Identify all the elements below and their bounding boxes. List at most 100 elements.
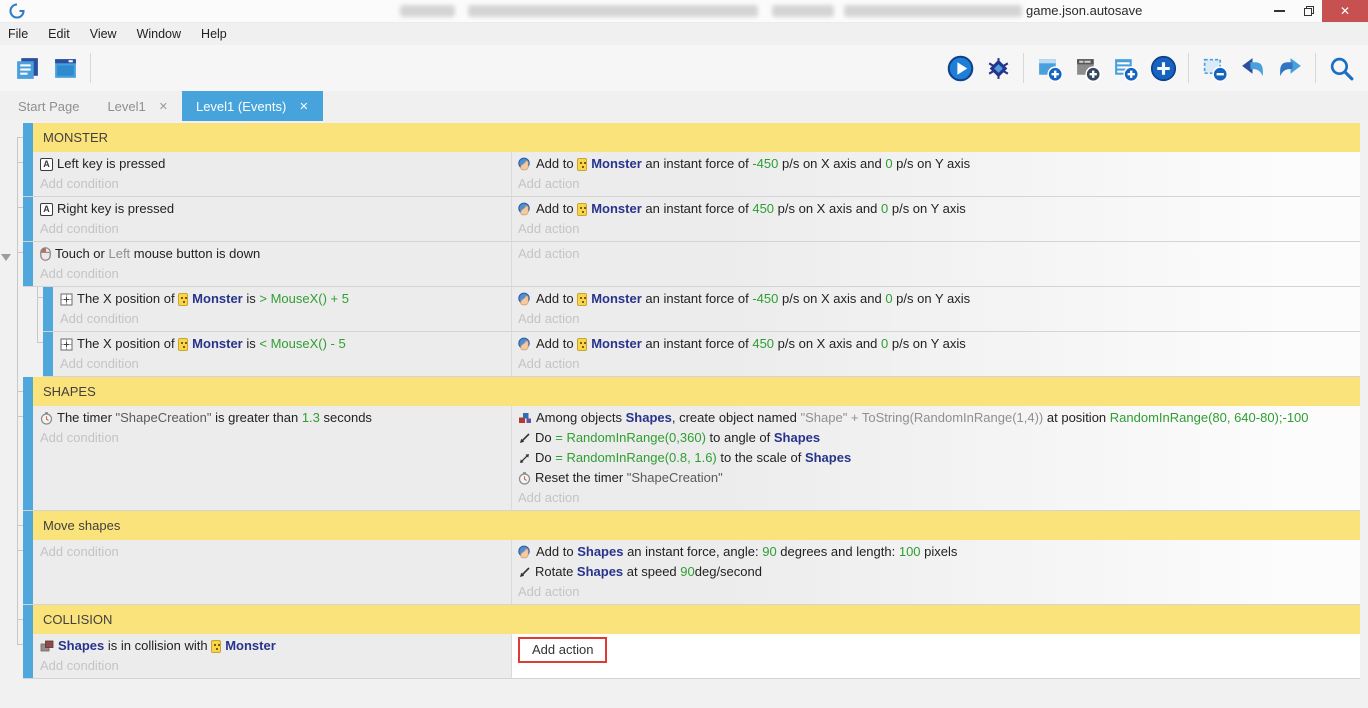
conditions-cell[interactable]: Shapes is in collision with MonsterAdd c… [33, 634, 511, 678]
event-row[interactable]: ALeft key is pressedAdd condition Add to… [23, 152, 1360, 197]
add-action-link[interactable]: Add action [518, 354, 1356, 374]
add-condition-link[interactable]: Add condition [60, 354, 507, 374]
actions-cell[interactable]: Add to Monster an instant force of -450 … [511, 152, 1360, 196]
action-line[interactable]: Do = RandomInRange(0.8, 1.6) to the scal… [518, 448, 1356, 468]
action-line[interactable]: Among objects Shapes, create object name… [518, 408, 1356, 428]
action-line[interactable]: Add to Monster an instant force of -450 … [518, 154, 1356, 174]
timer-icon [518, 472, 531, 485]
add-action-link[interactable]: Add action [518, 309, 1356, 329]
event-color-bar[interactable] [43, 287, 53, 331]
menu-help[interactable]: Help [201, 27, 227, 41]
add-event-button[interactable] [1035, 54, 1063, 82]
menu-view[interactable]: View [90, 27, 117, 41]
add-condition-link[interactable]: Add condition [40, 174, 507, 194]
action-line[interactable]: Add to Monster an instant force of 450 p… [518, 334, 1356, 354]
add-subevent-button[interactable] [1073, 54, 1101, 82]
event-row[interactable]: Shapes is in collision with MonsterAdd c… [23, 634, 1360, 679]
actions-cell[interactable]: Add to Monster an instant force of -450 … [511, 287, 1360, 331]
menu-file[interactable]: File [8, 27, 28, 41]
actions-cell[interactable]: Add to Monster an instant force of 450 p… [511, 332, 1360, 376]
event-color-bar[interactable] [23, 605, 33, 634]
add-action-link[interactable]: Add action [518, 219, 1356, 239]
minimize-button[interactable] [1262, 0, 1296, 22]
event-row[interactable]: ARight key is pressedAdd condition Add t… [23, 197, 1360, 242]
add-circle-button[interactable] [1149, 54, 1177, 82]
debug-button[interactable] [984, 54, 1012, 82]
remove-event-button[interactable] [1200, 54, 1228, 82]
menu-window[interactable]: Window [137, 27, 181, 41]
add-action-link[interactable]: Add action [518, 174, 1356, 194]
event-color-bar[interactable] [23, 406, 33, 510]
expander-arrow-icon[interactable] [1, 254, 11, 266]
restore-button[interactable] [1296, 0, 1322, 22]
actions-cell[interactable]: Among objects Shapes, create object name… [511, 406, 1360, 510]
add-action-link[interactable]: Add action [518, 244, 1356, 264]
event-row[interactable]: The X position of Monster is < MouseX() … [43, 332, 1360, 377]
event-group[interactable]: SHAPES [23, 377, 1360, 406]
event-color-bar[interactable] [23, 377, 33, 406]
tab-level1-events[interactable]: Level1 (Events)✕ [182, 91, 323, 121]
actions-cell[interactable]: Add to Shapes an instant force, angle: 9… [511, 540, 1360, 604]
event-row[interactable]: Touch or Left mouse button is downAdd co… [23, 242, 1360, 287]
conditions-cell[interactable]: The X position of Monster is > MouseX() … [53, 287, 511, 331]
add-condition-link[interactable]: Add condition [40, 219, 507, 239]
conditions-cell[interactable]: The X position of Monster is < MouseX() … [53, 332, 511, 376]
event-color-bar[interactable] [43, 332, 53, 376]
conditions-cell[interactable]: The timer "ShapeCreation" is greater tha… [33, 406, 511, 510]
event-group[interactable]: Move shapes [23, 511, 1360, 540]
event-row[interactable]: The timer "ShapeCreation" is greater tha… [23, 406, 1360, 511]
event-row[interactable]: The X position of Monster is > MouseX() … [43, 287, 1360, 332]
event-color-bar[interactable] [23, 197, 33, 241]
event-group[interactable]: COLLISION [23, 605, 1360, 634]
event-row[interactable]: Add condition Add to Shapes an instant f… [23, 540, 1360, 605]
add-comment-button[interactable] [1111, 54, 1139, 82]
add-condition-link[interactable]: Add condition [40, 428, 507, 448]
project-manager-button[interactable] [13, 54, 41, 82]
event-color-bar[interactable] [23, 511, 33, 540]
action-line[interactable]: Add to Monster an instant force of 450 p… [518, 199, 1356, 219]
condition-line[interactable]: The timer "ShapeCreation" is greater tha… [40, 408, 507, 428]
add-action-link[interactable]: Add action [518, 488, 1356, 508]
event-group[interactable]: MONSTER [23, 123, 1360, 152]
tab-close-icon[interactable]: ✕ [159, 100, 168, 113]
condition-line[interactable]: Touch or Left mouse button is down [40, 244, 507, 264]
condition-line[interactable]: The X position of Monster is < MouseX() … [60, 334, 507, 354]
conditions-cell[interactable]: ALeft key is pressedAdd condition [33, 152, 511, 196]
conditions-cell[interactable]: ARight key is pressedAdd condition [33, 197, 511, 241]
add-action-link[interactable]: Add action [518, 582, 1356, 602]
tab-start-page[interactable]: Start Page [4, 91, 93, 121]
condition-line[interactable]: Shapes is in collision with Monster [40, 636, 507, 656]
actions-cell[interactable]: Add to Monster an instant force of 450 p… [511, 197, 1360, 241]
condition-line[interactable]: ARight key is pressed [40, 199, 507, 219]
search-button[interactable] [1327, 54, 1355, 82]
scene-editor-button[interactable] [51, 54, 79, 82]
play-button[interactable] [946, 54, 974, 82]
add-condition-link[interactable]: Add condition [40, 656, 507, 676]
menu-edit[interactable]: Edit [48, 27, 70, 41]
condition-line[interactable]: The X position of Monster is > MouseX() … [60, 289, 507, 309]
tab-close-icon[interactable]: ✕ [299, 100, 308, 113]
redo-button[interactable] [1276, 54, 1304, 82]
close-button[interactable]: ✕ [1322, 0, 1368, 22]
event-color-bar[interactable] [23, 123, 33, 152]
actions-cell[interactable]: Add action [511, 634, 1360, 678]
add-condition-link[interactable]: Add condition [60, 309, 507, 329]
action-line[interactable]: Rotate Shapes at speed 90deg/second [518, 562, 1356, 582]
event-color-bar[interactable] [23, 152, 33, 196]
event-color-bar[interactable] [23, 634, 33, 678]
actions-cell[interactable]: Add action [511, 242, 1360, 286]
action-line[interactable]: Do = RandomInRange(0,360) to angle of Sh… [518, 428, 1356, 448]
event-color-bar[interactable] [23, 242, 33, 286]
tab-level1[interactable]: Level1✕ [93, 91, 182, 121]
condition-line[interactable]: ALeft key is pressed [40, 154, 507, 174]
action-line[interactable]: Add to Shapes an instant force, angle: 9… [518, 542, 1356, 562]
conditions-cell[interactable]: Add condition [33, 540, 511, 604]
action-line[interactable]: Reset the timer "ShapeCreation" [518, 468, 1356, 488]
conditions-cell[interactable]: Touch or Left mouse button is downAdd co… [33, 242, 511, 286]
action-line[interactable]: Add to Monster an instant force of -450 … [518, 289, 1356, 309]
undo-button[interactable] [1238, 54, 1266, 82]
add-condition-link[interactable]: Add condition [40, 264, 507, 284]
add-condition-link[interactable]: Add condition [40, 542, 507, 562]
add-action-link-highlighted[interactable]: Add action [518, 637, 607, 663]
event-color-bar[interactable] [23, 540, 33, 604]
